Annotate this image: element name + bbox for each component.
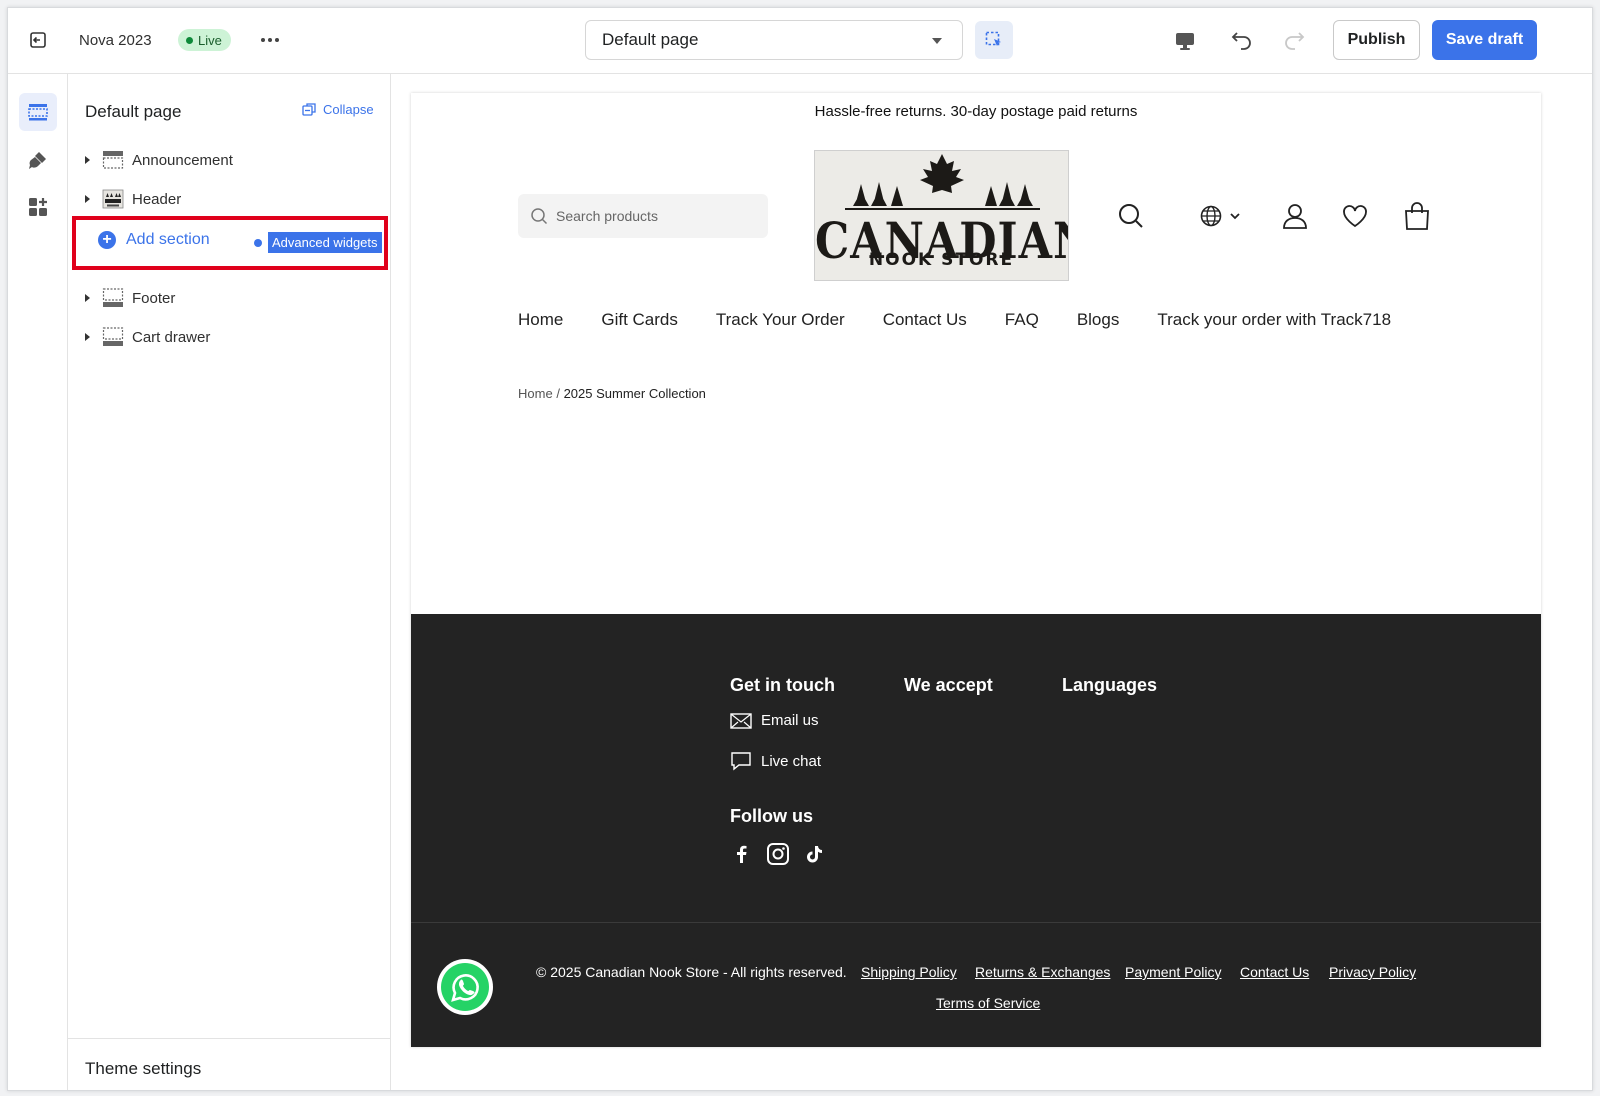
save-draft-button[interactable]: Save draft xyxy=(1432,20,1537,60)
store-footer: Get in touch We accept Languages Email u… xyxy=(411,614,1541,1047)
theme-settings-button[interactable]: Theme settings xyxy=(85,1059,201,1079)
search-icon[interactable] xyxy=(1116,201,1146,231)
search-placeholder: Search products xyxy=(556,208,658,224)
facebook-icon[interactable] xyxy=(730,842,754,866)
top-bar: Nova 2023 Live Default page Publish Save… xyxy=(8,8,1592,74)
section-icon xyxy=(102,151,124,169)
announcement-bar-text: Hassle-free returns. 30-day postage paid… xyxy=(814,103,1138,120)
store-logo[interactable]: CANADIAN NOOK STORE xyxy=(814,150,1069,281)
collapse-button[interactable]: Collapse xyxy=(302,102,374,117)
live-chat-label: Live chat xyxy=(761,752,822,770)
nav-link-faq[interactable]: FAQ xyxy=(1005,310,1039,330)
wishlist-heart-icon[interactable] xyxy=(1340,201,1370,231)
copyright-text: © 2025 Canadian Nook Store - All rights … xyxy=(536,964,847,980)
section-cart-drawer[interactable]: Cart drawer xyxy=(68,321,391,353)
policy-link-terms[interactable]: Terms of Service xyxy=(936,995,1040,1011)
panel-title: Default page xyxy=(85,102,182,121)
section-label: Footer xyxy=(132,290,176,307)
footer-heading-follow-us: Follow us xyxy=(730,806,813,826)
language-globe-icon[interactable] xyxy=(1197,201,1247,231)
chevron-down-icon xyxy=(932,38,942,44)
instagram-icon[interactable] xyxy=(766,842,790,866)
section-label: Header xyxy=(132,191,182,208)
section-label: Announcement xyxy=(132,152,233,169)
inspector-select-icon[interactable] xyxy=(975,21,1013,59)
breadcrumb-home[interactable]: Home xyxy=(518,386,553,401)
page-select-dropdown[interactable]: Default page xyxy=(585,20,963,60)
section-icon xyxy=(102,327,124,346)
tiktok-icon[interactable] xyxy=(802,842,826,866)
undo-icon[interactable] xyxy=(1228,26,1256,54)
nav-link-home[interactable]: Home xyxy=(518,310,563,330)
expand-arrow-icon[interactable] xyxy=(85,294,90,302)
section-icon xyxy=(102,288,124,307)
desktop-preview-icon[interactable] xyxy=(1172,28,1198,54)
section-announcement[interactable]: Announcement xyxy=(68,144,391,176)
storefront-preview: Hassle-free returns. 30-day postage paid… xyxy=(411,93,1541,1047)
footer-heading-get-in-touch: Get in touch xyxy=(730,675,835,695)
policy-link-shipping[interactable]: Shipping Policy xyxy=(861,964,957,980)
theme-editor-window: Nova 2023 Live Default page Publish Save… xyxy=(7,7,1593,1091)
exit-icon[interactable] xyxy=(26,28,50,52)
section-footer[interactable]: Footer xyxy=(68,282,391,314)
sections-icon[interactable] xyxy=(19,93,57,131)
footer-divider xyxy=(411,922,1541,923)
dot-icon xyxy=(254,238,262,247)
policy-link-returns[interactable]: Returns & Exchanges xyxy=(975,964,1110,980)
policy-link-payment[interactable]: Payment Policy xyxy=(1125,964,1221,980)
breadcrumb-current: 2025 Summer Collection xyxy=(563,386,706,401)
expand-arrow-icon[interactable] xyxy=(85,333,90,341)
theme-name: Nova 2023 xyxy=(79,32,152,49)
footer-heading-languages: Languages xyxy=(1062,675,1158,695)
left-icon-rail xyxy=(8,74,68,1090)
footer-heading-we-accept: We accept xyxy=(904,675,993,695)
search-icon xyxy=(531,208,548,225)
more-options-icon[interactable] xyxy=(258,30,282,50)
sections-panel: Default page Collapse Announcement Heade… xyxy=(68,74,391,1090)
theme-style-brush-icon[interactable] xyxy=(19,141,57,179)
email-us-label: Email us xyxy=(761,712,819,729)
expand-arrow-icon[interactable] xyxy=(85,195,90,203)
redo-icon[interactable] xyxy=(1280,26,1308,54)
nav-link-gift-cards[interactable]: Gift Cards xyxy=(601,310,678,330)
search-products-input[interactable]: Search products xyxy=(518,194,768,238)
expand-arrow-icon[interactable] xyxy=(85,156,90,164)
header-thumbnail-icon xyxy=(102,189,124,209)
chat-bubble-icon xyxy=(731,752,751,771)
section-header[interactable]: Header xyxy=(68,183,391,215)
logo-line-2: NOOK STORE xyxy=(868,250,1015,270)
email-us-link[interactable]: Email us xyxy=(730,712,819,729)
publish-button[interactable]: Publish xyxy=(1333,20,1420,60)
theme-settings-footer: Theme settings xyxy=(68,1038,391,1090)
cart-bag-icon[interactable] xyxy=(1402,201,1432,231)
breadcrumb: Home / 2025 Summer Collection xyxy=(518,386,706,401)
policy-link-contact[interactable]: Contact Us xyxy=(1240,964,1309,980)
page-select-value: Default page xyxy=(602,30,699,49)
account-icon[interactable] xyxy=(1280,201,1310,231)
collapse-label: Collapse xyxy=(323,102,374,117)
apps-blocks-icon[interactable] xyxy=(19,188,57,226)
nav-link-blogs[interactable]: Blogs xyxy=(1077,310,1120,330)
add-section-button[interactable]: + Add section xyxy=(98,231,210,249)
plus-circle-icon: + xyxy=(98,231,116,249)
advanced-widgets-label: Advanced widgets xyxy=(268,232,382,253)
pine-trees-maple-leaf-icon xyxy=(845,154,1040,210)
breadcrumb-separator: / xyxy=(556,386,560,401)
nav-link-track-your-order[interactable]: Track Your Order xyxy=(716,310,845,330)
live-chat-link[interactable]: Live chat xyxy=(730,751,821,771)
policy-link-privacy[interactable]: Privacy Policy xyxy=(1329,964,1416,980)
section-label: Cart drawer xyxy=(132,329,211,346)
live-status-badge: Live xyxy=(178,29,231,51)
whatsapp-icon[interactable] xyxy=(437,959,493,1015)
live-status-label: Live xyxy=(198,32,222,48)
main-navigation: Home Gift Cards Track Your Order Contact… xyxy=(518,310,1391,330)
live-dot-icon xyxy=(186,36,193,44)
add-section-label: Add section xyxy=(126,231,210,248)
collapse-icon xyxy=(302,103,316,116)
nav-link-contact-us[interactable]: Contact Us xyxy=(883,310,967,330)
advanced-widgets-button[interactable]: Advanced widgets xyxy=(254,232,382,253)
envelope-icon xyxy=(730,712,752,729)
nav-link-track718[interactable]: Track your order with Track718 xyxy=(1157,310,1391,330)
